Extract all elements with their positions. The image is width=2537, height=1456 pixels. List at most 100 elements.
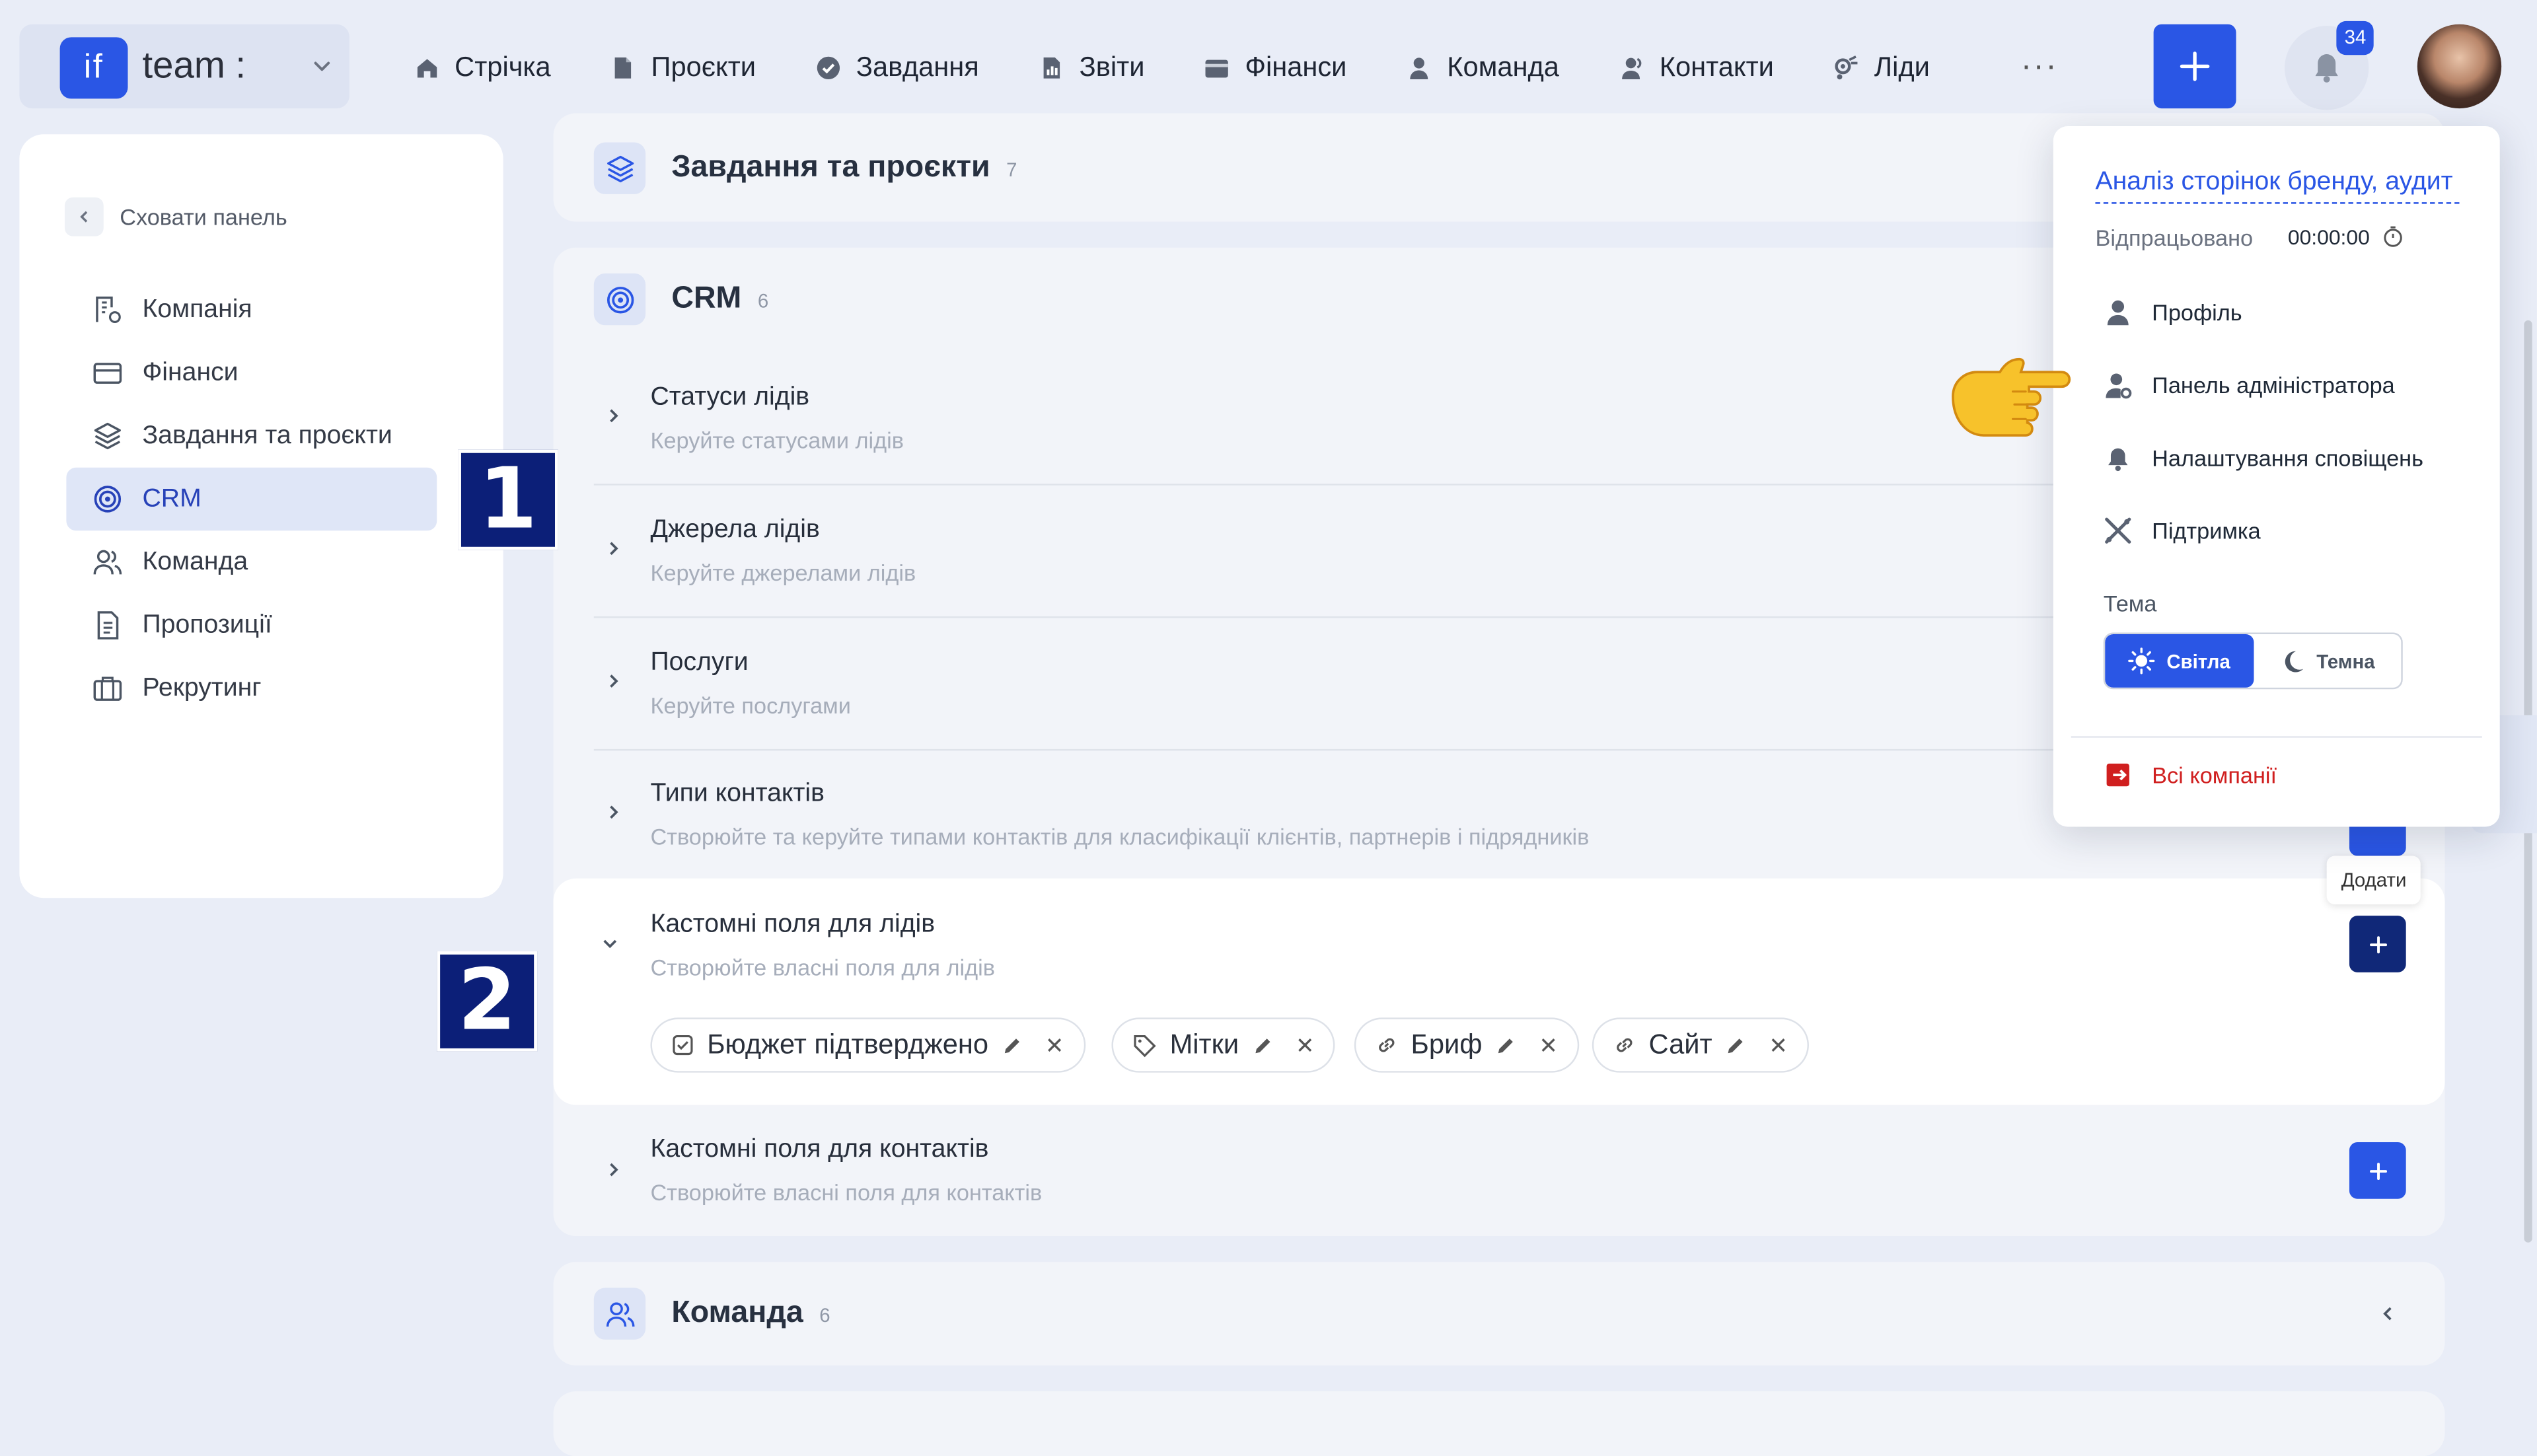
plus-icon — [2369, 935, 2386, 953]
proposal-icon — [92, 610, 124, 641]
theme-dark-option[interactable]: Темна — [2253, 634, 2401, 688]
nav-item-tasks[interactable]: Завдання — [816, 48, 979, 87]
add-lead-field-button[interactable] — [2349, 916, 2406, 972]
nav-item-team[interactable]: Команда — [1407, 48, 1559, 87]
section-next — [553, 1391, 2445, 1456]
report-icon — [1039, 55, 1064, 81]
edit-icon[interactable] — [1252, 1035, 1273, 1056]
edit-icon[interactable] — [1725, 1035, 1746, 1056]
menu-item-label: Панель адміністратора — [2152, 372, 2395, 398]
divider — [2071, 736, 2482, 738]
custom-field-chip[interactable]: Бюджет підтверджено ✕ — [650, 1017, 1085, 1073]
timer-icon[interactable] — [2382, 225, 2405, 247]
sidebar-item-recruiting[interactable]: Рекрутинг — [66, 657, 437, 720]
theme-light-option[interactable]: Світла — [2105, 634, 2254, 688]
custom-field-chip[interactable]: Мітки ✕ — [1111, 1017, 1336, 1073]
all-companies-label: Всі компанії — [2152, 762, 2277, 788]
close-icon[interactable]: ✕ — [1045, 1031, 1064, 1059]
section-header[interactable]: CRM 6 — [593, 273, 769, 326]
notification-count-badge: 34 — [2336, 20, 2374, 55]
sidebar-item-label: Команда — [142, 547, 248, 575]
nav-item-reports[interactable]: Звіти — [1039, 48, 1144, 87]
chevron-right-icon — [603, 539, 622, 558]
section-title: CRM — [671, 281, 742, 316]
chevron-left-icon[interactable] — [2378, 1304, 2398, 1323]
chevron-right-icon — [603, 671, 622, 690]
sidebar-item-finance[interactable]: Фінанси — [66, 342, 437, 405]
main-nav: Стрічка Проєкти Завдання Звіти Фінанси К… — [414, 48, 1990, 87]
global-add-button[interactable] — [2153, 24, 2236, 109]
section-count: 6 — [819, 1303, 830, 1327]
nav-label: Ліди — [1874, 52, 1930, 83]
workspace-switcher[interactable]: if team : — [19, 24, 349, 109]
chevron-left-icon — [64, 197, 104, 237]
tag-icon — [1132, 1033, 1157, 1058]
chevron-down-icon — [311, 55, 333, 77]
menu-item-profile[interactable]: Профіль — [2104, 298, 2242, 327]
sidebar-item-tasks-projects[interactable]: Завдання та проєкти — [66, 404, 437, 468]
add-contact-field-button[interactable] — [2349, 1142, 2406, 1199]
current-task-link[interactable]: Аналіз сторінок бренду, аудит — [2095, 168, 2460, 204]
nav-item-projects[interactable]: Проєкти — [610, 48, 756, 87]
briefcase-icon — [92, 673, 124, 704]
row-subtitle: Створюйте власні поля для контактів — [650, 1179, 1043, 1206]
section-count: 6 — [757, 289, 769, 312]
sidebar-item-company[interactable]: Компанія — [66, 278, 437, 342]
nav-item-contacts[interactable]: Контакти — [1619, 48, 1774, 87]
add-contact-type-button[interactable] — [2349, 822, 2406, 856]
custom-field-chip[interactable]: Бриф ✕ — [1354, 1017, 1579, 1073]
section-header[interactable]: Завдання та проєкти 7 — [593, 142, 1017, 194]
crm-row-contact-custom-fields[interactable]: Кастомні поля для контактів Створюйте вл… — [594, 1107, 2406, 1236]
nav-item-feed[interactable]: Стрічка — [414, 48, 551, 87]
close-icon[interactable]: ✕ — [1296, 1031, 1315, 1059]
link-icon — [1376, 1034, 1398, 1056]
menu-item-label: Налаштування сповіщень — [2152, 445, 2423, 471]
user-avatar[interactable] — [2417, 24, 2502, 109]
sidebar-item-label: Завдання та проєкти — [142, 421, 392, 449]
step-marker-1: 1 — [458, 449, 558, 550]
chevron-right-icon — [603, 803, 622, 822]
layers-icon — [593, 142, 646, 194]
nav-more-button[interactable]: ··· — [2021, 48, 2058, 85]
chip-label: Мітки — [1169, 1029, 1239, 1060]
step-marker-2: 2 — [437, 951, 538, 1052]
nav-item-finance[interactable]: Фінанси — [1204, 48, 1346, 87]
chevron-right-icon — [603, 406, 622, 425]
close-icon[interactable]: ✕ — [1539, 1031, 1558, 1059]
menu-item-admin-panel[interactable]: Панель адміністратора — [2104, 371, 2395, 400]
close-icon[interactable]: ✕ — [1769, 1031, 1788, 1059]
sun-icon — [2128, 647, 2156, 675]
hide-panel-button[interactable]: Сховати панель — [64, 197, 287, 237]
row-subtitle: Керуйте статусами лідів — [650, 427, 904, 453]
section-header[interactable]: Команда 6 — [593, 1288, 830, 1340]
settings-sidebar: Сховати панель Компанія Фінанси Завдання… — [19, 134, 503, 898]
sidebar-item-label: Фінанси — [142, 358, 239, 386]
row-title: Типи контактів — [650, 780, 825, 808]
chevron-down-icon[interactable] — [601, 933, 620, 953]
menu-item-label: Профіль — [2152, 299, 2242, 326]
sidebar-item-crm[interactable]: CRM — [66, 467, 437, 531]
nav-label: Проєкти — [651, 52, 756, 83]
row-subtitle: Створюйте та керуйте типами контактів дл… — [650, 823, 1590, 850]
theme-light-label: Світла — [2166, 649, 2230, 673]
chip-label: Сайт — [1648, 1029, 1712, 1060]
custom-field-chip[interactable]: Сайт ✕ — [1592, 1017, 1809, 1073]
sidebar-menu: Компанія Фінанси Завдання та проєкти CRM… — [66, 278, 437, 720]
sidebar-item-label: CRM — [142, 484, 202, 513]
all-companies-link[interactable]: Всі компанії — [2104, 760, 2277, 789]
home-icon — [414, 55, 440, 81]
plus-icon — [2180, 52, 2210, 81]
person-icon — [1407, 55, 1432, 81]
theme-label: Тема — [2103, 590, 2157, 617]
menu-item-support[interactable]: Підтримка — [2104, 516, 2261, 545]
edit-icon[interactable] — [1002, 1035, 1023, 1056]
sidebar-item-proposals[interactable]: Пропозиції — [66, 594, 437, 657]
menu-item-notification-settings[interactable]: Налаштування сповіщень — [2104, 443, 2423, 472]
nav-item-leads[interactable]: Ліди — [1834, 48, 1930, 87]
add-tooltip: Додати — [2326, 855, 2421, 904]
edit-icon[interactable] — [1495, 1035, 1516, 1056]
plus-icon — [2369, 1161, 2386, 1179]
sidebar-item-team[interactable]: Команда — [66, 530, 437, 594]
menu-item-label: Підтримка — [2152, 517, 2261, 544]
chip-label: Бюджет підтверджено — [707, 1029, 989, 1060]
